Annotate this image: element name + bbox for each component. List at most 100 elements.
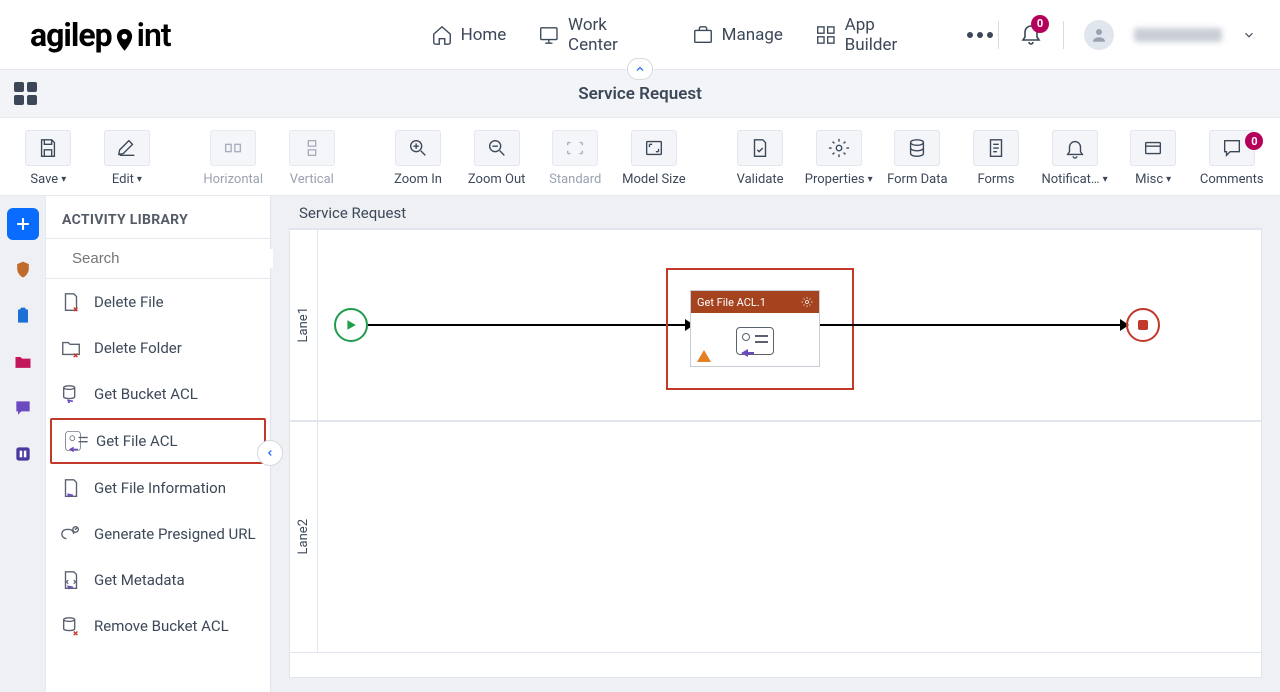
logo-pin-icon <box>115 23 134 47</box>
tool-vertical[interactable]: Vertical <box>277 130 346 187</box>
tool-properties-label: Properties <box>805 172 865 187</box>
tool-model-size[interactable]: Model Size <box>620 130 689 187</box>
tool-form-data[interactable]: Form Data <box>883 130 952 187</box>
library-item-remove-bucket-acl[interactable]: Remove Bucket ACL <box>46 603 270 649</box>
logo: agilep int <box>30 16 171 54</box>
nav-manage[interactable]: Manage <box>692 24 783 46</box>
library-item-get-metadata[interactable]: Get Metadata <box>46 557 270 603</box>
rail-folder-icon[interactable] <box>7 346 39 378</box>
lane-2[interactable]: Lane2 <box>290 421 1261 653</box>
nav-app-builder-label: App Builder <box>845 15 931 55</box>
file-info-icon <box>60 477 82 499</box>
canvas-title: Service Request <box>289 196 1262 228</box>
library-item-label: Generate Presigned URL <box>94 525 256 544</box>
rail-clipboard-icon[interactable] <box>7 300 39 332</box>
tool-zoom-in[interactable]: Zoom In <box>384 130 453 187</box>
tool-standard-label: Standard <box>549 172 601 187</box>
library-item-generate-presigned-url[interactable]: Generate Presigned URL <box>46 511 270 557</box>
header-divider <box>998 21 999 49</box>
nav-work-center-label: Work Center <box>568 15 660 55</box>
collapse-library-button[interactable] <box>257 440 283 466</box>
tool-misc[interactable]: Misc▾ <box>1119 130 1188 187</box>
library-item-label: Delete Folder <box>94 339 182 358</box>
nav-app-builder[interactable]: App Builder <box>815 15 931 55</box>
tool-validate-label: Validate <box>737 172 784 187</box>
library-item-delete-file[interactable]: Delete File <box>46 279 270 325</box>
tool-form-data-label: Form Data <box>887 172 947 187</box>
library-title: ACTIVITY LIBRARY <box>46 196 270 238</box>
presigned-url-icon <box>60 523 82 545</box>
header-divider-2 <box>1063 21 1064 49</box>
tool-horizontal[interactable]: Horizontal <box>199 130 268 187</box>
rail-pause-icon[interactable] <box>7 438 39 470</box>
metadata-icon <box>60 569 82 591</box>
nav-home[interactable]: Home <box>431 24 507 46</box>
activity-get-file-acl[interactable]: Get File ACL.1 <box>690 290 820 367</box>
avatar[interactable] <box>1084 20 1114 50</box>
activity-library-panel: ACTIVITY LIBRARY Delete File Delete Fold… <box>46 196 271 692</box>
main-area: ACTIVITY LIBRARY Delete File Delete Fold… <box>0 196 1280 692</box>
library-item-label: Get Metadata <box>94 571 185 590</box>
apps-grid-button[interactable] <box>14 82 37 105</box>
tool-edit[interactable]: Edit▾ <box>93 130 162 187</box>
notifications-bell[interactable]: 0 <box>1019 21 1043 49</box>
comments-badge: 0 <box>1245 132 1263 150</box>
tool-save[interactable]: Save▾ <box>14 130 83 187</box>
edge-1 <box>368 324 690 326</box>
logo-text-b: int <box>137 16 171 54</box>
bucket-acl-icon <box>60 383 82 405</box>
library-item-get-file-information[interactable]: Get File Information <box>46 465 270 511</box>
tool-horizontal-label: Horizontal <box>203 172 263 187</box>
user-menu-chevron[interactable] <box>1242 28 1256 42</box>
nav-work-center[interactable]: Work Center <box>538 15 659 55</box>
end-node[interactable] <box>1126 308 1160 342</box>
tool-notifications[interactable]: Notificat…▾ <box>1040 130 1109 187</box>
primary-nav: Home Work Center Manage App Builder <box>431 15 998 55</box>
library-item-delete-folder[interactable]: Delete Folder <box>46 325 270 371</box>
tool-save-label: Save <box>30 172 58 187</box>
library-item-label: Get Bucket ACL <box>94 385 198 404</box>
library-list: Delete File Delete Folder Get Bucket ACL… <box>46 279 270 692</box>
tool-forms[interactable]: Forms <box>962 130 1031 187</box>
library-item-label: Delete File <box>94 293 164 312</box>
tool-standard[interactable]: Standard <box>541 130 610 187</box>
header-right: 0 <box>998 20 1256 50</box>
tool-validate[interactable]: Validate <box>726 130 795 187</box>
canvas[interactable]: Lane1 Get File ACL.1 <box>289 228 1262 678</box>
username-obscured <box>1134 28 1222 42</box>
tool-zoom-out-label: Zoom Out <box>468 172 525 187</box>
tool-model-size-label: Model Size <box>622 172 686 187</box>
library-item-label: Get File Information <box>94 479 226 498</box>
canvas-container: Service Request Lane1 Get File ACL.1 <box>271 196 1280 692</box>
warning-icon <box>697 350 711 362</box>
activity-header: Get File ACL.1 <box>691 291 819 313</box>
collapse-header-button[interactable] <box>627 58 653 80</box>
rail-add-button[interactable] <box>7 208 39 240</box>
tool-properties[interactable]: Properties▾ <box>804 130 873 187</box>
tool-comments-label: Comments <box>1200 172 1264 187</box>
library-item-label: Remove Bucket ACL <box>94 617 229 636</box>
tool-misc-label: Misc <box>1135 172 1163 187</box>
search-input[interactable] <box>70 249 273 268</box>
tool-forms-label: Forms <box>977 172 1014 187</box>
page-title: Service Request <box>578 84 702 104</box>
sub-header: Service Request <box>0 70 1280 118</box>
rail-cloud-icon[interactable] <box>7 254 39 286</box>
library-item-get-file-acl[interactable]: Get File ACL <box>50 418 266 464</box>
start-node[interactable] <box>334 308 368 342</box>
tool-comments[interactable]: 0 Comments <box>1197 130 1266 187</box>
library-item-get-bucket-acl[interactable]: Get Bucket ACL <box>46 371 270 417</box>
left-rail <box>0 196 46 692</box>
notifications-badge: 0 <box>1031 15 1049 33</box>
tool-vertical-label: Vertical <box>290 172 334 187</box>
lane-1[interactable]: Lane1 Get File ACL.1 <box>290 229 1261 421</box>
rail-chat-icon[interactable] <box>7 392 39 424</box>
tool-zoom-out[interactable]: Zoom Out <box>462 130 531 187</box>
gear-icon[interactable] <box>801 296 813 308</box>
lane-1-label: Lane1 <box>290 230 318 420</box>
library-item-label: Get File ACL <box>96 432 178 451</box>
library-search[interactable] <box>46 238 270 279</box>
file-acl-icon <box>62 430 84 452</box>
folder-delete-icon <box>60 337 82 359</box>
nav-more-button[interactable] <box>962 17 998 53</box>
